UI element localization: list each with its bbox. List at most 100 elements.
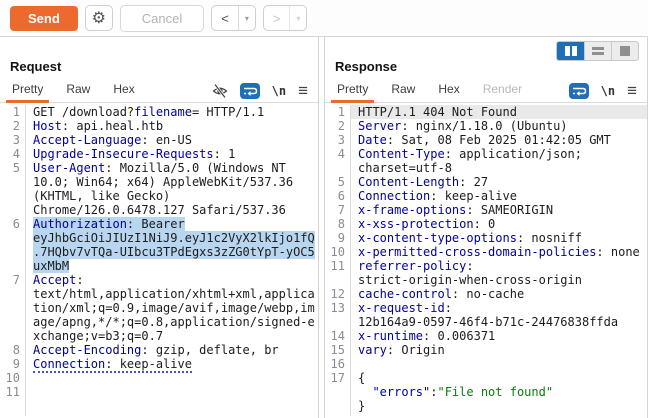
forward-arrow-icon: > (264, 6, 291, 30)
code-row: x-permitted-cross-domain-policies: none (351, 245, 647, 259)
line-number: 8 (325, 217, 345, 231)
code-row: eyJhbGciOiJIUzI1NiJ9.eyJ1c2VyX2lkIjo1fQ (26, 231, 318, 245)
columns-view-icon[interactable] (557, 42, 584, 60)
newline-escape-icon[interactable]: \n (601, 84, 615, 98)
code-row: "errors":"File not found" (351, 385, 647, 399)
response-editor-icons: \n ≡ (569, 82, 647, 99)
line-number: 6 (325, 189, 345, 203)
code-row: Server: nginx/1.18.0 (Ubuntu) (351, 119, 647, 133)
line-number: 12 (325, 287, 345, 301)
code-row: 12b164a9-0597-46f4-b71c-24476838ffda (351, 315, 647, 329)
line-number (0, 231, 20, 245)
code-row: charset=utf-8 (351, 161, 647, 175)
line-number (0, 301, 20, 315)
response-tab-hex[interactable]: Hex (436, 79, 461, 102)
gear-icon: ⚙ (92, 8, 106, 28)
code-row: User-Agent: Mozilla/5.0 (Windows NT (26, 161, 318, 175)
line-number: 1 (0, 105, 20, 119)
menu-icon[interactable]: ≡ (298, 82, 308, 99)
request-panel: Request Pretty Raw Hex (0, 37, 319, 418)
code-row: Host: api.heal.htb (26, 119, 318, 133)
soft-wrap-icon[interactable] (569, 83, 589, 99)
line-number: 15 (325, 343, 345, 357)
request-editor[interactable]: 1234567891011 GET /download?filename= HT… (0, 103, 318, 416)
code-row (351, 357, 647, 371)
line-number: 11 (325, 259, 345, 273)
soft-wrap-icon[interactable] (240, 83, 260, 99)
forward-button[interactable]: > ▾ (263, 5, 308, 31)
request-tab-hex[interactable]: Hex (111, 79, 136, 102)
line-number: 2 (325, 119, 345, 133)
line-number: 4 (325, 147, 345, 161)
chevron-down-icon: ▾ (290, 6, 306, 30)
request-code: GET /download?filename= HTTP/1.1Host: ap… (26, 105, 318, 416)
code-row: vary: Origin (351, 343, 647, 357)
code-row: text/html,application/xhtml+xml,applica (26, 287, 318, 301)
line-number: 3 (0, 133, 20, 147)
line-number: 13 (325, 301, 345, 315)
line-number (0, 287, 20, 301)
back-arrow-icon: < (212, 6, 239, 30)
code-row: cache-control: no-cache (351, 287, 647, 301)
line-number: 16 (325, 357, 345, 371)
line-number: 14 (325, 329, 345, 343)
code-row: .7HQbv7vTQa-UIbcu3TPdEgxs3zZG0tYpT-yOC5 (26, 245, 318, 259)
code-row: uxMbM (26, 259, 318, 273)
request-tab-pretty[interactable]: Pretty (10, 79, 45, 102)
line-number: 5 (325, 175, 345, 189)
send-settings-button[interactable]: ⚙ (85, 5, 113, 31)
chevron-down-icon[interactable]: ▾ (239, 6, 255, 30)
response-tab-pretty[interactable]: Pretty (335, 79, 370, 102)
code-row: Upgrade-Insecure-Requests: 1 (26, 147, 318, 161)
repeater-toolbar: Send ⚙ Cancel < ▾ > ▾ (0, 0, 648, 37)
line-number: 10 (0, 371, 20, 385)
code-row (26, 371, 318, 385)
code-row: Accept: (26, 273, 318, 287)
response-panel: Response PrettyRawHexRender \n ≡ 1234567… (324, 37, 648, 418)
newline-escape-icon[interactable]: \n (272, 84, 286, 98)
code-row: Accept-Encoding: gzip, deflate, br (26, 343, 318, 357)
code-row: 10.0; Win64; x64) AppleWebKit/537.36 (26, 175, 318, 189)
code-row: xchange;v=b3;q=0.7 (26, 329, 318, 343)
line-number (0, 245, 20, 259)
eye-slash-icon[interactable] (212, 84, 228, 98)
code-row: x-runtime: 0.006371 (351, 329, 647, 343)
line-number: 9 (0, 357, 20, 371)
line-number: 11 (0, 385, 20, 399)
line-number: 3 (325, 133, 345, 147)
cancel-button[interactable]: Cancel (120, 5, 204, 32)
response-code: HTTP/1.1 404 Not FoundServer: nginx/1.18… (351, 105, 647, 416)
code-row: Content-Type: application/json; (351, 147, 647, 161)
code-row: GET /download?filename= HTTP/1.1 (26, 105, 318, 119)
line-number (325, 385, 345, 399)
response-editor[interactable]: 1234567891011121314151617 HTTP/1.1 404 N… (325, 103, 647, 416)
line-number: 7 (0, 273, 20, 287)
line-number (325, 399, 345, 413)
line-number: 9 (325, 231, 345, 245)
menu-icon[interactable]: ≡ (627, 82, 637, 99)
code-row: x-content-type-options: nosniff (351, 231, 647, 245)
line-number (0, 259, 20, 273)
code-row: referrer-policy: (351, 259, 647, 273)
line-number (0, 175, 20, 189)
line-number: 8 (0, 343, 20, 357)
request-tab-bar: Pretty Raw Hex (0, 79, 318, 103)
single-view-icon[interactable] (611, 42, 638, 60)
line-number (0, 329, 20, 343)
response-tab-raw[interactable]: Raw (389, 79, 417, 102)
response-tab-render[interactable]: Render (481, 79, 524, 102)
code-row: strict-origin-when-cross-origin (351, 273, 647, 287)
response-title: Response (335, 59, 647, 74)
code-row: Content-Length: 27 (351, 175, 647, 189)
back-button[interactable]: < ▾ (211, 5, 256, 31)
code-row: HTTP/1.1 404 Not Found (351, 105, 647, 119)
code-row: x-request-id: (351, 301, 647, 315)
view-layout-toggles (556, 41, 639, 61)
code-row: age/apng,*/*;q=0.8,application/signed-e (26, 315, 318, 329)
request-tab-raw[interactable]: Raw (64, 79, 92, 102)
code-row: Authorization: Bearer (26, 217, 318, 231)
request-title: Request (10, 59, 318, 74)
code-row: Connection: keep-alive (26, 357, 318, 371)
send-button[interactable]: Send (10, 6, 78, 31)
rows-view-icon[interactable] (584, 42, 611, 60)
